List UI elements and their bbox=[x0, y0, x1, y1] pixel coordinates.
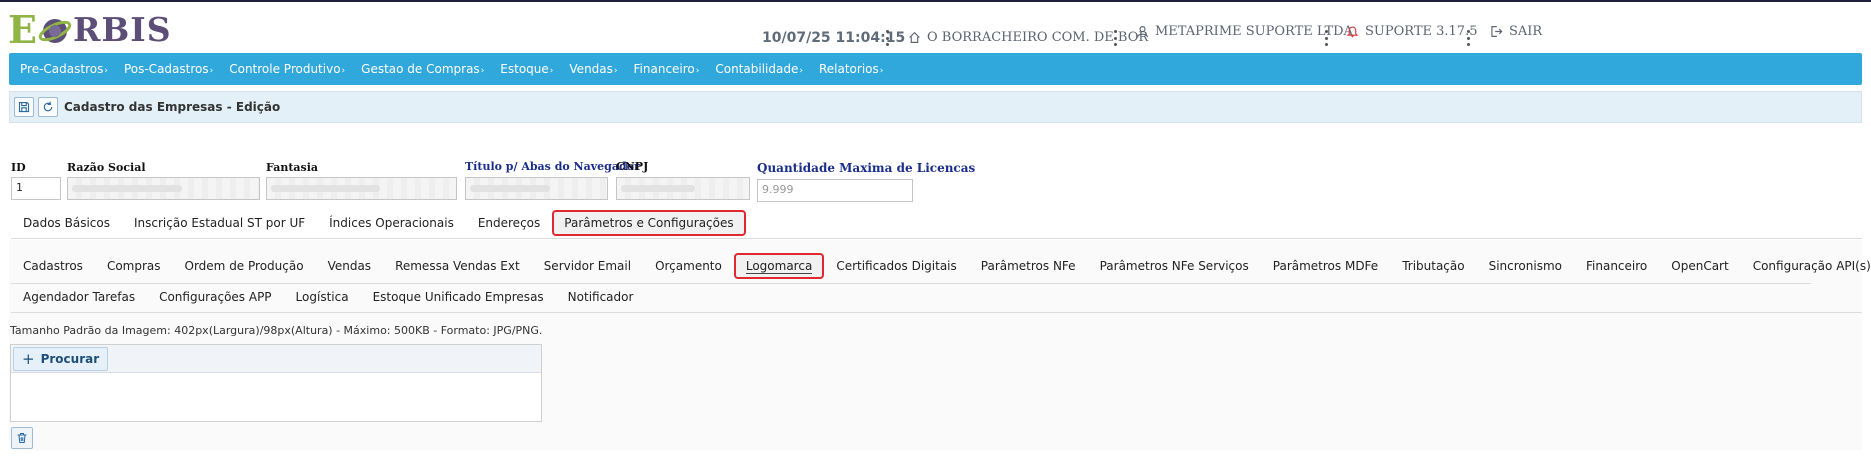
support-version: SUPORTE 3.17.5 bbox=[1365, 24, 1478, 39]
menu-item-relatorios[interactable]: Relatorios› bbox=[819, 62, 883, 76]
id-field[interactable]: 1 bbox=[11, 177, 61, 200]
trash-icon bbox=[17, 432, 27, 444]
subtab-servidor-email[interactable]: Servidor Email bbox=[532, 253, 643, 279]
subtab-financeiro[interactable]: Financeiro bbox=[1574, 253, 1659, 279]
subtab-cadastros[interactable]: Cadastros bbox=[11, 253, 95, 279]
menu-item-vendas[interactable]: Vendas› bbox=[569, 62, 617, 76]
subtab-parametros-nfe[interactable]: Parâmetros NFe bbox=[969, 253, 1088, 279]
image-size-info: Tamanho Padrão da Imagem: 402px(Largura)… bbox=[10, 324, 543, 337]
menu-item-pos-cadastros[interactable]: Pos-Cadastros› bbox=[124, 62, 213, 76]
save-button[interactable] bbox=[14, 97, 34, 117]
main-tabs: Dados Básicos Inscrição Estadual ST por … bbox=[11, 210, 746, 236]
tab-enderecos[interactable]: Endereços bbox=[466, 210, 552, 236]
delete-logo-button[interactable] bbox=[11, 427, 33, 449]
subtab-parametros-nfe-servicos[interactable]: Parâmetros NFe Serviços bbox=[1088, 253, 1261, 279]
subtab-sincronismo[interactable]: Sincronismo bbox=[1477, 253, 1574, 279]
razao-social-label: Razão Social bbox=[67, 161, 146, 174]
plus-icon: + bbox=[22, 349, 35, 368]
menu-item-pre-cadastros[interactable]: Pre-Cadastros› bbox=[20, 62, 108, 76]
tabs-divider bbox=[11, 238, 1862, 239]
titulo-abas-field[interactable] bbox=[465, 177, 608, 200]
menu-item-financeiro[interactable]: Financeiro› bbox=[634, 62, 700, 76]
subtab-tributacao[interactable]: Tributação bbox=[1390, 253, 1476, 279]
kebab-menu-icon[interactable] bbox=[1465, 30, 1471, 46]
subtab-remessa-vendas-ext[interactable]: Remessa Vendas Ext bbox=[383, 253, 532, 279]
menu-item-estoque[interactable]: Estoque› bbox=[500, 62, 553, 76]
subtab-compras[interactable]: Compras bbox=[95, 253, 173, 279]
page-toolbar: Cadastro das Empresas - Edição bbox=[9, 91, 1862, 123]
tab-indices-operacionais[interactable]: Índices Operacionais bbox=[317, 210, 466, 236]
subtab-certificados-digitais[interactable]: Certificados Digitais bbox=[824, 253, 968, 279]
subtab-estoque-unificado[interactable]: Estoque Unificado Empresas bbox=[361, 284, 556, 310]
user-icon bbox=[1137, 26, 1148, 38]
upload-toolbar: + Procurar bbox=[11, 345, 541, 373]
cnpj-field[interactable] bbox=[616, 177, 750, 200]
menu-item-controle-produtivo[interactable]: Controle Produtivo› bbox=[229, 62, 345, 76]
subtab-notificador[interactable]: Notificador bbox=[556, 284, 646, 310]
window-top-border bbox=[0, 0, 1871, 2]
browse-button[interactable]: + Procurar bbox=[13, 347, 109, 371]
bell-icon bbox=[1346, 26, 1359, 38]
exit-link[interactable]: SAIR bbox=[1489, 24, 1542, 39]
titulo-abas-label: Título p/ Abas do Navegador bbox=[465, 160, 640, 173]
subtab-orcamento[interactable]: Orçamento bbox=[643, 253, 734, 279]
id-label: ID bbox=[11, 161, 26, 174]
cnpj-label: CNPJ bbox=[616, 160, 649, 173]
licencas-field[interactable]: 9.999 bbox=[757, 179, 913, 202]
razao-social-field[interactable] bbox=[67, 177, 260, 200]
subtabs-row-2: Agendador Tarefas Configurações APP Logí… bbox=[11, 284, 645, 310]
exit-icon bbox=[1491, 26, 1503, 37]
licencas-label: Quantidade Maxima de Licencas bbox=[757, 161, 976, 175]
subtab-logistica[interactable]: Logística bbox=[284, 284, 361, 310]
subtab-parametros-mdfe[interactable]: Parâmetros MDFe bbox=[1261, 253, 1390, 279]
main-menubar: Pre-Cadastros› Pos-Cadastros› Controle P… bbox=[9, 53, 1862, 85]
subtab-configuracao-apis[interactable]: Configuração API(s) bbox=[1741, 253, 1871, 279]
kebab-menu-icon[interactable] bbox=[1323, 30, 1329, 46]
fantasia-label: Fantasia bbox=[266, 161, 319, 174]
subtab-vendas[interactable]: Vendas bbox=[316, 253, 384, 279]
logo-orbit-icon bbox=[38, 13, 72, 47]
subtabs-divider-2 bbox=[11, 312, 1862, 313]
subtab-ordem-producao[interactable]: Ordem de Produção bbox=[173, 253, 316, 279]
browse-label: Procurar bbox=[40, 352, 100, 366]
fantasia-field[interactable] bbox=[266, 177, 457, 200]
refresh-button[interactable] bbox=[38, 97, 58, 117]
app-logo[interactable]: E RBIS bbox=[8, 10, 172, 50]
subtab-agendador-tarefas[interactable]: Agendador Tarefas bbox=[11, 284, 147, 310]
page-title: Cadastro das Empresas - Edição bbox=[64, 100, 281, 114]
tab-dados-basicos[interactable]: Dados Básicos bbox=[11, 210, 122, 236]
home-icon bbox=[909, 31, 920, 43]
menu-item-contabilidade[interactable]: Contabilidade› bbox=[715, 62, 803, 76]
menu-item-gestao-de-compras[interactable]: Gestao de Compras› bbox=[361, 62, 484, 76]
kebab-menu-icon[interactable] bbox=[1112, 30, 1118, 46]
header-support[interactable]: SUPORTE 3.17.5 bbox=[1346, 24, 1477, 39]
tab-parametros-configuracoes[interactable]: Parâmetros e Configurações bbox=[552, 210, 746, 236]
logo-upload-area[interactable]: + Procurar bbox=[10, 344, 542, 422]
tab-inscricao-estadual[interactable]: Inscrição Estadual ST por UF bbox=[122, 210, 317, 236]
subtab-opencart[interactable]: OpenCart bbox=[1659, 253, 1740, 279]
subtab-logomarca[interactable]: Logomarca bbox=[733, 253, 825, 279]
refresh-icon bbox=[43, 101, 53, 112]
subtab-configuracoes-app[interactable]: Configurações APP bbox=[147, 284, 283, 310]
kebab-menu-icon[interactable] bbox=[884, 30, 890, 46]
subtabs-row-1: Cadastros Compras Ordem de Produção Vend… bbox=[11, 253, 1871, 279]
save-icon bbox=[18, 101, 30, 113]
exit-label: SAIR bbox=[1509, 24, 1543, 39]
header-user[interactable]: METAPRIME SUPORTE LTDA bbox=[1136, 24, 1353, 39]
